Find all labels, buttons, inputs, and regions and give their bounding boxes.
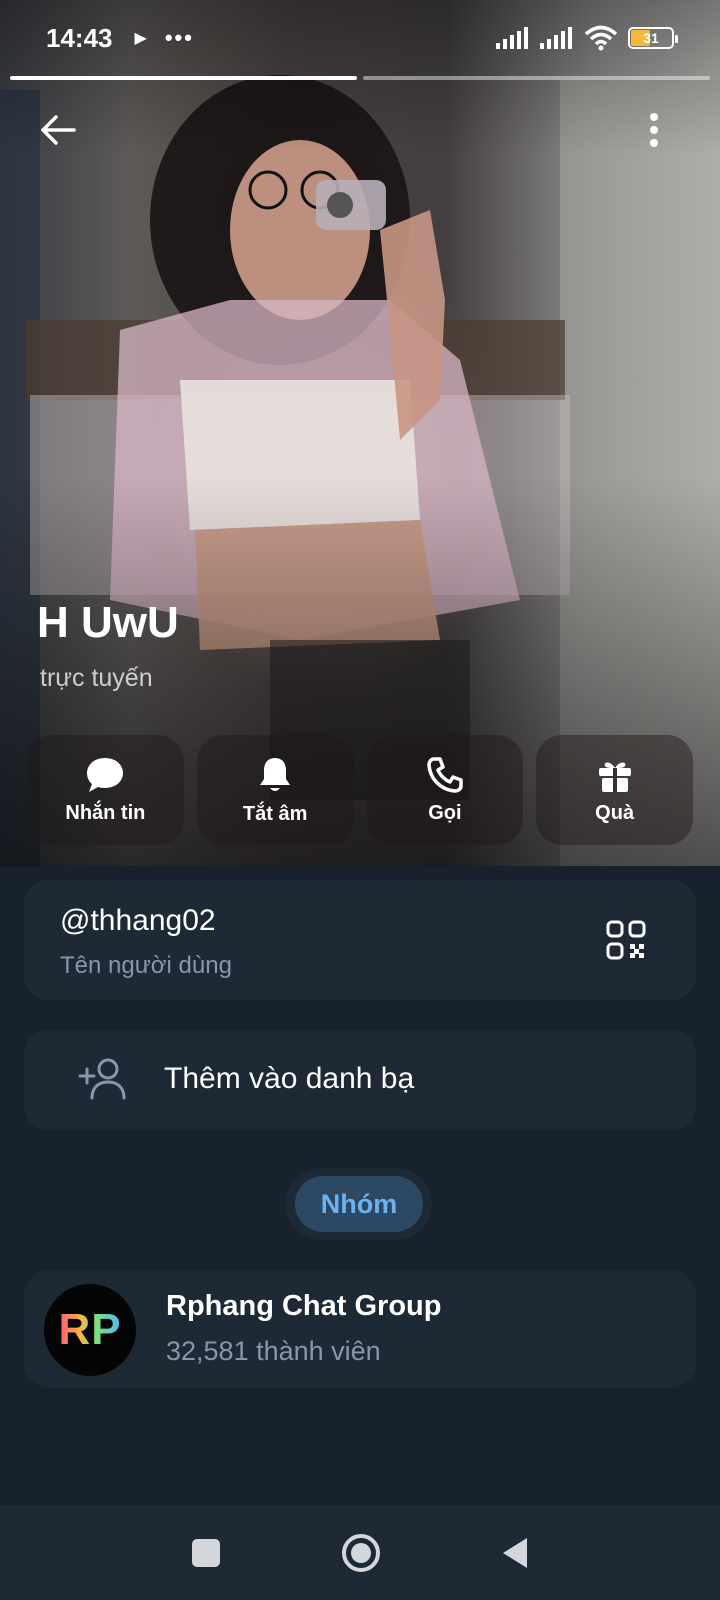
- chat-bubble-icon: [87, 757, 124, 792]
- signal-icon: [496, 27, 528, 49]
- profile-name: H UwU: [37, 598, 179, 647]
- mute-button[interactable]: Tắt âm: [196, 735, 354, 845]
- gift-button-label: Quà: [595, 801, 635, 824]
- back-nav-button[interactable]: [501, 1536, 529, 1570]
- story-progress-segment: [363, 76, 710, 80]
- back-button[interactable]: [28, 100, 88, 160]
- profile-header: 14:43 ▶ ••• 31 H UwU trực tuyến Nhắn tin…: [0, 0, 720, 866]
- status-bar: 14:43 ▶ ••• 31: [0, 0, 720, 76]
- phone-icon: [427, 756, 463, 793]
- username-label: Tên người dùng: [60, 952, 232, 979]
- message-button[interactable]: Nhắn tin: [27, 735, 184, 845]
- bell-icon: [260, 757, 291, 791]
- recent-apps-button[interactable]: [191, 1538, 221, 1568]
- call-button-label: Gọi: [428, 801, 462, 824]
- profile-status: trực tuyến: [40, 664, 153, 692]
- groups-tab-container: Nhóm: [286, 1168, 432, 1240]
- home-button[interactable]: [341, 1533, 381, 1573]
- add-to-contacts-button[interactable]: Thêm vào danh bạ: [24, 1030, 696, 1130]
- add-to-contacts-label: Thêm vào danh bạ: [164, 1062, 415, 1095]
- play-icon: ▶: [134, 30, 147, 47]
- qr-code-icon[interactable]: [606, 920, 646, 960]
- battery-level: 31: [643, 30, 659, 46]
- group-avatar: RP: [44, 1284, 136, 1376]
- gift-icon: [598, 762, 631, 792]
- story-progress-segment: [10, 76, 357, 80]
- more-options-button[interactable]: [624, 100, 684, 160]
- username-value: @thhang02: [60, 904, 216, 937]
- tab-groups[interactable]: Nhóm: [295, 1176, 423, 1232]
- story-progress: [10, 76, 710, 80]
- message-button-label: Nhắn tin: [65, 801, 146, 824]
- group-name: Rphang Chat Group: [166, 1290, 442, 1322]
- action-buttons: Nhắn tin Tắt âm Gọi Quà: [27, 735, 693, 845]
- signal-icon-2: [540, 27, 572, 49]
- call-button[interactable]: Gọi: [366, 735, 524, 845]
- group-list-item[interactable]: RP Rphang Chat Group 32,581 thành viên: [24, 1270, 696, 1388]
- wifi-icon: [584, 25, 618, 51]
- arrow-left-icon: [41, 115, 76, 145]
- group-avatar-text: RP: [58, 1305, 122, 1354]
- gift-button[interactable]: Quà: [536, 735, 693, 845]
- add-user-icon: [78, 1058, 126, 1100]
- system-navigation-bar: [0, 1505, 720, 1600]
- group-member-count: 32,581 thành viên: [166, 1336, 381, 1366]
- battery-icon: 31: [628, 27, 678, 49]
- username-card[interactable]: @thhang02 Tên người dùng: [24, 880, 696, 1000]
- status-time: 14:43: [46, 22, 113, 53]
- more-vertical-icon: [650, 113, 658, 147]
- more-notifications-icon: •••: [164, 25, 194, 50]
- mute-button-label: Tắt âm: [242, 802, 308, 825]
